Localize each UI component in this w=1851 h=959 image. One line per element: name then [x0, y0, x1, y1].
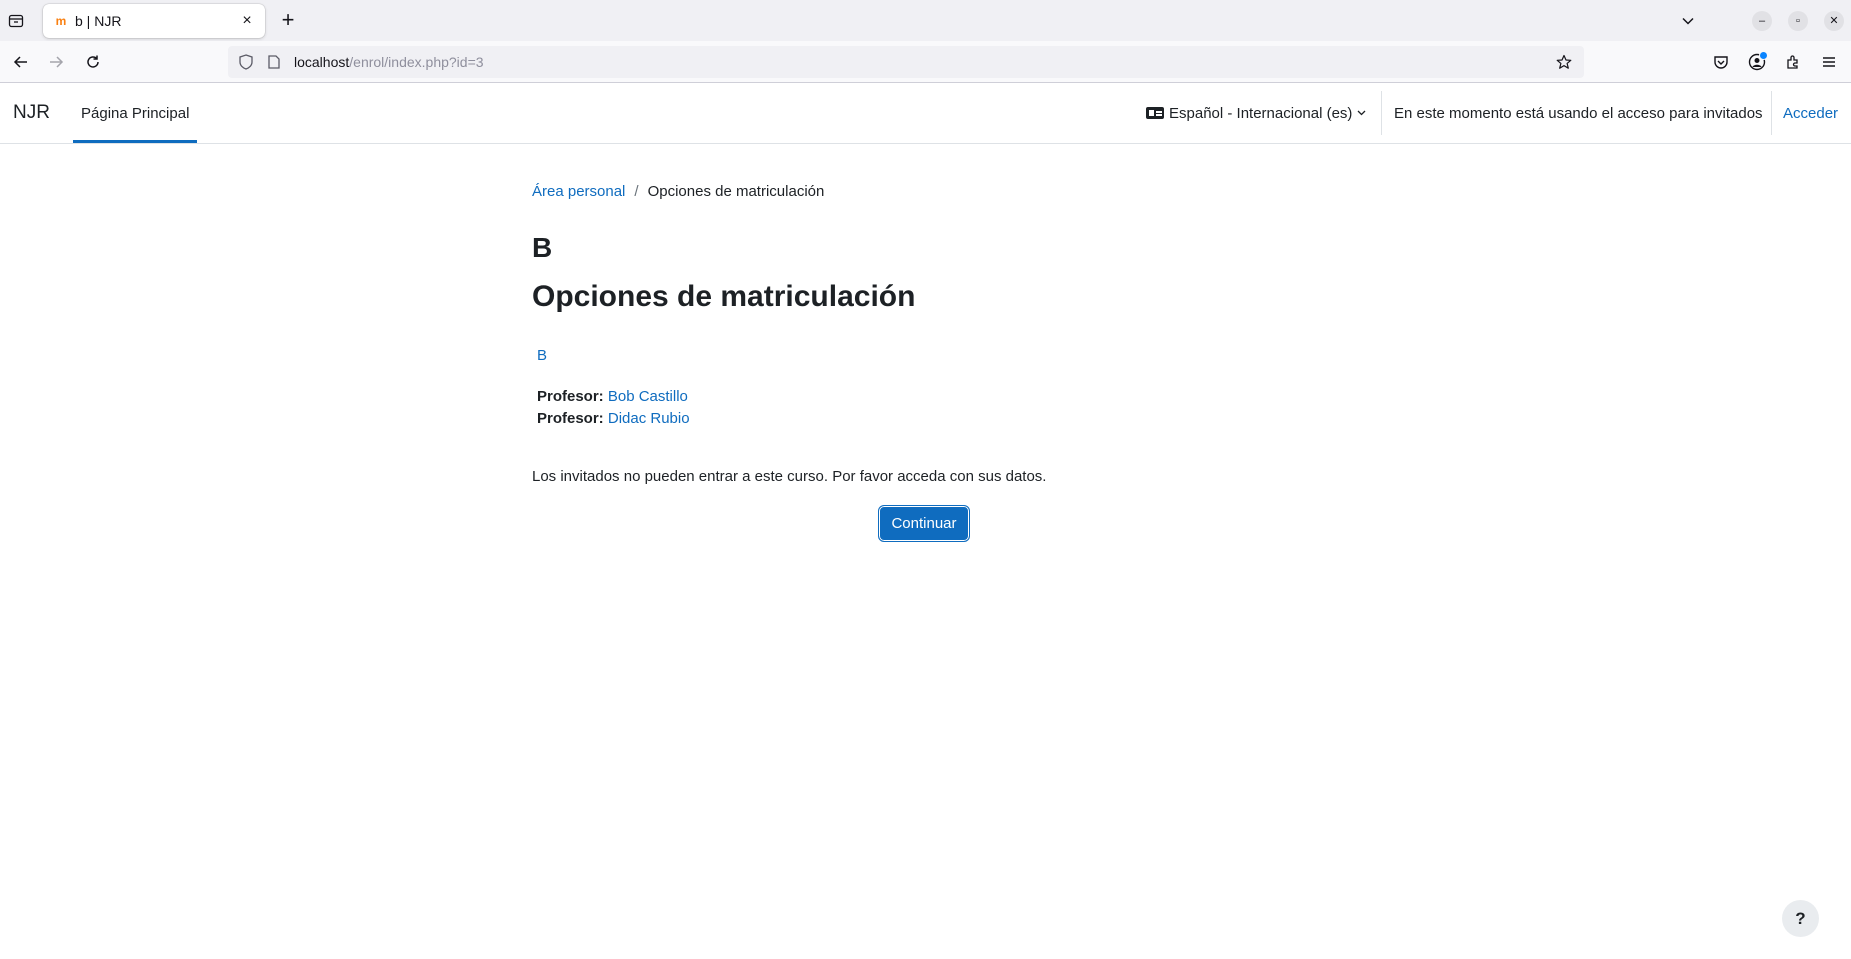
tab-title: b | NJR [75, 13, 122, 29]
url-bar[interactable]: localhost/enrol/index.php?id=3 [228, 46, 1584, 78]
menu-icon[interactable] [1817, 50, 1841, 74]
new-tab-button[interactable]: + [277, 7, 299, 32]
guest-access-notice: Los invitados no pueden entrar a este cu… [532, 468, 1047, 485]
chevron-down-icon [1357, 108, 1366, 119]
breadcrumb: Área personal / Opciones de matriculació… [532, 180, 1432, 202]
teacher-entry: Profesor: Didac Rubio [537, 408, 690, 430]
page-info-icon[interactable] [266, 54, 282, 70]
teacher-role: Profesor: [537, 410, 604, 427]
teacher-role: Profesor: [537, 388, 604, 405]
account-icon[interactable] [1745, 50, 1769, 74]
close-tab-icon[interactable]: × [239, 12, 255, 29]
back-icon[interactable] [9, 50, 33, 74]
teacher-link[interactable]: Didac Rubio [608, 410, 690, 427]
forward-icon[interactable] [44, 50, 68, 74]
browser-navbar: localhost/enrol/index.php?id=3 [0, 41, 1851, 83]
toolbar-right [1697, 50, 1841, 74]
browser-tab-active[interactable]: m b | NJR × [43, 4, 265, 38]
minimize-button[interactable]: – [1752, 10, 1772, 31]
divider [1381, 91, 1382, 135]
teacher-entry: Profesor: Bob Castillo [537, 386, 690, 408]
breadcrumb-link-dashboard[interactable]: Área personal [532, 183, 625, 200]
tracking-shield-icon[interactable] [238, 54, 254, 70]
page-title: Opciones de matriculación [532, 280, 916, 313]
active-indicator [73, 140, 198, 143]
extensions-icon[interactable] [1781, 50, 1805, 74]
breadcrumb-current: Opciones de matriculación [647, 182, 825, 200]
bookmark-star-icon[interactable] [1556, 54, 1572, 75]
notification-dot [1759, 51, 1768, 60]
reload-icon[interactable] [81, 50, 105, 74]
teacher-link[interactable]: Bob Castillo [608, 388, 688, 405]
help-button[interactable]: ? [1782, 900, 1819, 937]
moodle-favicon-icon: m [55, 14, 67, 28]
teacher-list: Profesor: Bob Castillo Profesor: Didac R… [537, 386, 690, 430]
restore-button[interactable]: ▫ [1788, 10, 1808, 31]
browser-tabstrip: m b | NJR × + – ▫ ✕ [0, 0, 1851, 41]
nav-item-home[interactable]: Página Principal [73, 83, 198, 143]
window-controls: – ▫ ✕ [1736, 0, 1851, 41]
language-label: Español - Internacional (es) [1169, 104, 1353, 122]
firefox-view-icon[interactable] [5, 10, 27, 32]
close-window-button[interactable]: ✕ [1824, 10, 1844, 31]
language-icon [1146, 107, 1164, 119]
breadcrumb-separator: / [634, 182, 639, 200]
pocket-icon[interactable] [1709, 50, 1733, 74]
continue-button[interactable]: Continuar [878, 505, 970, 542]
site-header: NJR Página Principal Español - Internaci… [0, 83, 1851, 144]
main-content: Área personal / Opciones de matriculació… [532, 180, 1432, 542]
url-text: localhost/enrol/index.php?id=3 [294, 54, 484, 70]
course-title: B [532, 232, 553, 263]
login-link[interactable]: Acceder [1783, 83, 1838, 143]
course-box: B [537, 347, 547, 365]
nav-item-home-label: Página Principal [81, 104, 190, 122]
site-brand[interactable]: NJR [13, 102, 50, 124]
language-menu[interactable]: Español - Internacional (es) [1146, 83, 1366, 143]
guest-notice: En este momento está usando el acceso pa… [1394, 104, 1763, 122]
course-link[interactable]: B [537, 347, 547, 364]
list-all-tabs-icon[interactable] [1677, 10, 1699, 32]
divider [1771, 91, 1772, 135]
